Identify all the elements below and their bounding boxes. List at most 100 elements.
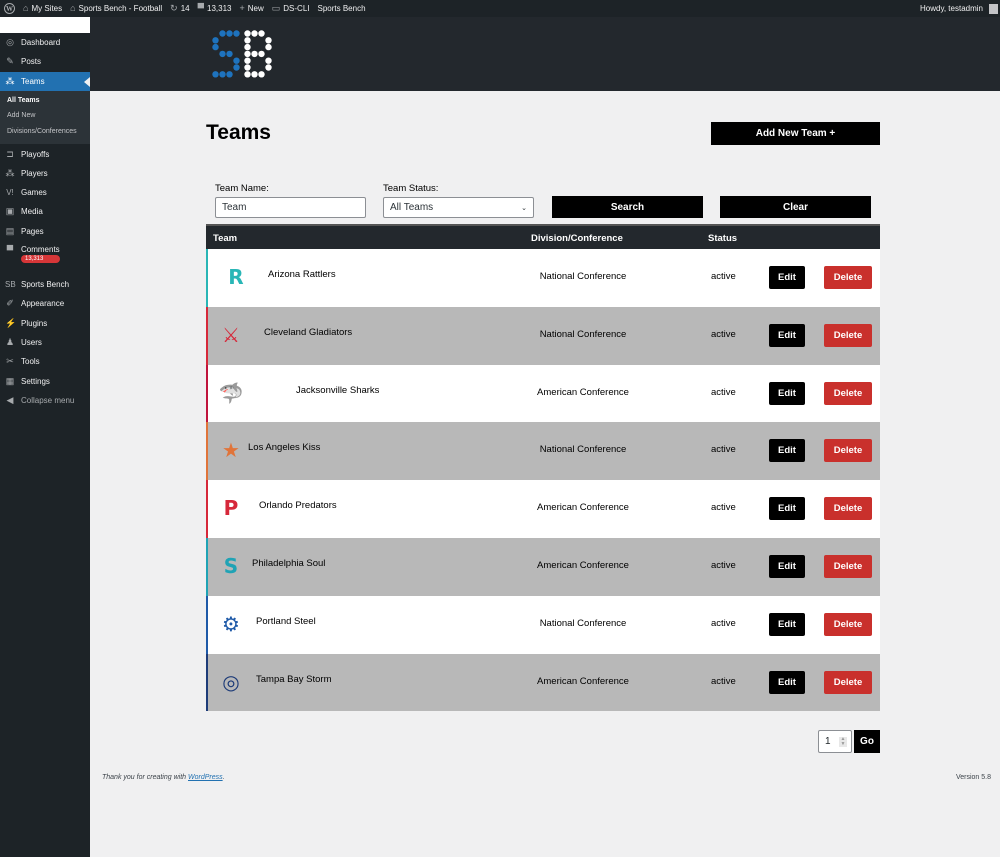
media-icon: ▣ — [5, 206, 15, 217]
sidebar-item-playoffs[interactable]: ⊐ Playoffs — [0, 144, 90, 163]
sidebar-item-comments[interactable]: ▀ Comments 13,313 — [0, 241, 90, 275]
add-new-team-button[interactable]: Add New Team + — [711, 122, 880, 145]
team-name-input[interactable]: Team — [215, 197, 366, 218]
page-number-input[interactable]: 1 ▲ ▼ — [818, 730, 852, 753]
search-button[interactable]: Search — [552, 196, 703, 218]
team-logo: ◎ — [222, 669, 240, 694]
sidebar-item-plugins[interactable]: ⚡ Plugins — [0, 313, 90, 332]
comment-icon: ▀ — [197, 3, 204, 13]
sidebar-item-games[interactable]: V! Games — [0, 183, 90, 202]
dscli-label: DS-CLI — [283, 4, 310, 13]
wp-logo-menu[interactable]: W — [0, 0, 19, 17]
logo-dot — [251, 30, 258, 37]
sidebar-item-label: Tools — [21, 357, 40, 367]
settings-icon: ▦ — [5, 375, 15, 386]
team-status-select[interactable]: All Teams ⌄ — [383, 197, 534, 218]
delete-team-button[interactable]: Delete — [824, 266, 872, 289]
team-name-label: Team Name: — [215, 183, 269, 194]
wordpress-link[interactable]: WordPress — [188, 774, 223, 781]
comments-menu[interactable]: ▀ 13,313 — [194, 0, 236, 17]
sidebar-item-appearance[interactable]: ✐ Appearance — [0, 294, 90, 313]
delete-team-button[interactable]: Delete — [824, 439, 872, 463]
plugin-header — [90, 17, 1000, 91]
teams-submenu: All Teams Add New Divisions/Conferences — [0, 90, 90, 145]
delete-team-button[interactable]: Delete — [824, 323, 872, 347]
team-logo: 🦈 — [218, 380, 244, 405]
edit-team-button[interactable]: Edit — [769, 670, 805, 694]
logo-dot — [219, 50, 226, 58]
logo-dot — [212, 37, 219, 44]
comments-count: 13,313 — [207, 4, 232, 13]
team-status: active — [711, 271, 736, 282]
team-status: active — [711, 675, 736, 687]
my-sites-menu[interactable]: ⌂ My Sites — [19, 0, 66, 17]
spinner-icon[interactable]: ▲ ▼ — [839, 737, 847, 747]
sports-bench-logo — [212, 30, 272, 78]
sidebar-item-users[interactable]: ♟ Users — [0, 333, 90, 352]
sidebar-item-label: Comments — [21, 244, 60, 254]
admin-sidebar: ◎ Dashboard ✎ Posts ⁂ Teams All Teams Add New… — [0, 17, 90, 857]
site-name-menu[interactable]: ⌂ Sports Bench - Football — [66, 0, 166, 17]
sports-bench-menu[interactable]: Sports Bench — [314, 0, 370, 17]
collapse-menu-button[interactable]: ◀ Collapse menu — [0, 391, 90, 410]
footer-thanks: Thank you for creating with WordPress. — [102, 774, 225, 781]
edit-team-button[interactable]: Edit — [769, 323, 805, 347]
team-logo: P — [223, 496, 239, 521]
team-name: Los Angeles Kiss — [248, 442, 321, 454]
edit-team-button[interactable]: Edit — [769, 381, 805, 405]
team-status: active — [711, 559, 736, 571]
delete-team-button[interactable]: Delete — [824, 497, 872, 521]
edit-team-button[interactable]: Edit — [769, 554, 805, 578]
sidebar-item-label: Media — [21, 207, 43, 217]
teams-table: Team Division/Conference Status R Arizona… — [206, 224, 880, 712]
clear-button[interactable]: Clear — [720, 196, 871, 218]
delete-team-button[interactable]: Delete — [824, 554, 872, 578]
delete-team-button[interactable]: Delete — [824, 381, 872, 405]
table-row: ◎ Tampa Bay Storm American Conference activ… — [206, 653, 880, 712]
team-division: American Conference — [537, 675, 629, 687]
page-number-value: 1 — [825, 736, 831, 747]
edit-team-button[interactable]: Edit — [769, 439, 805, 463]
sidebar-item-settings[interactable]: ▦ Settings — [0, 371, 90, 390]
sidebar-item-label: Dashboard — [21, 38, 61, 48]
team-status: active — [711, 386, 736, 398]
sidebar-item-pages[interactable]: ▤ Pages — [0, 222, 90, 241]
submenu-add-new[interactable]: Add New — [0, 109, 90, 125]
team-division: American Conference — [537, 386, 629, 398]
dscli-menu[interactable]: ▭ DS-CLI — [268, 0, 314, 17]
plus-icon: + — [239, 3, 245, 13]
logo-dot — [244, 64, 251, 71]
sidebar-item-tools[interactable]: ✂ Tools — [0, 352, 90, 371]
logo-dot — [233, 64, 240, 71]
delete-team-button[interactable]: Delete — [824, 612, 872, 636]
team-division: National Conference — [539, 328, 627, 340]
logo-dot — [244, 37, 251, 44]
sidebar-item-teams[interactable]: ⁂ Teams — [0, 71, 90, 91]
sidebar-item-posts[interactable]: ✎ Posts — [0, 52, 90, 71]
team-name: Jacksonville Sharks — [296, 384, 380, 396]
updates-menu[interactable]: ↻ 14 — [166, 0, 193, 17]
delete-team-button[interactable]: Delete — [824, 670, 872, 694]
edit-team-button[interactable]: Edit — [769, 497, 805, 521]
go-button[interactable]: Go — [854, 730, 880, 753]
sidebar-item-media[interactable]: ▣ Media — [0, 202, 90, 221]
submenu-divisions[interactable]: Divisions/Conferences — [0, 125, 90, 141]
account-menu[interactable]: Howdy, testadmin — [916, 0, 1000, 17]
team-status: active — [711, 502, 736, 514]
edit-team-button[interactable]: Edit — [769, 612, 805, 636]
logo-dot — [219, 71, 226, 78]
sidebar-item-dashboard[interactable]: ◎ Dashboard — [0, 33, 90, 52]
groups-icon: ⁂ — [5, 75, 15, 86]
sidebar-item-label: Teams — [21, 76, 45, 86]
table-row: 🦈 Jacksonville Sharks American Conference a… — [206, 364, 880, 423]
edit-team-button[interactable]: Edit — [769, 266, 805, 289]
sidebar-item-label: Appearance — [21, 299, 65, 309]
new-content-menu[interactable]: + New — [235, 0, 267, 17]
logo-dot — [265, 57, 272, 64]
sidebar-item-sports-bench[interactable]: SB Sports Bench — [0, 275, 90, 294]
table-header: Team Division/Conference Status — [206, 224, 880, 249]
logo-dot — [251, 71, 258, 78]
sidebar-item-players[interactable]: ⁂ Players — [0, 164, 90, 183]
header-team: Team — [213, 233, 238, 244]
submenu-all-teams[interactable]: All Teams — [0, 94, 90, 110]
